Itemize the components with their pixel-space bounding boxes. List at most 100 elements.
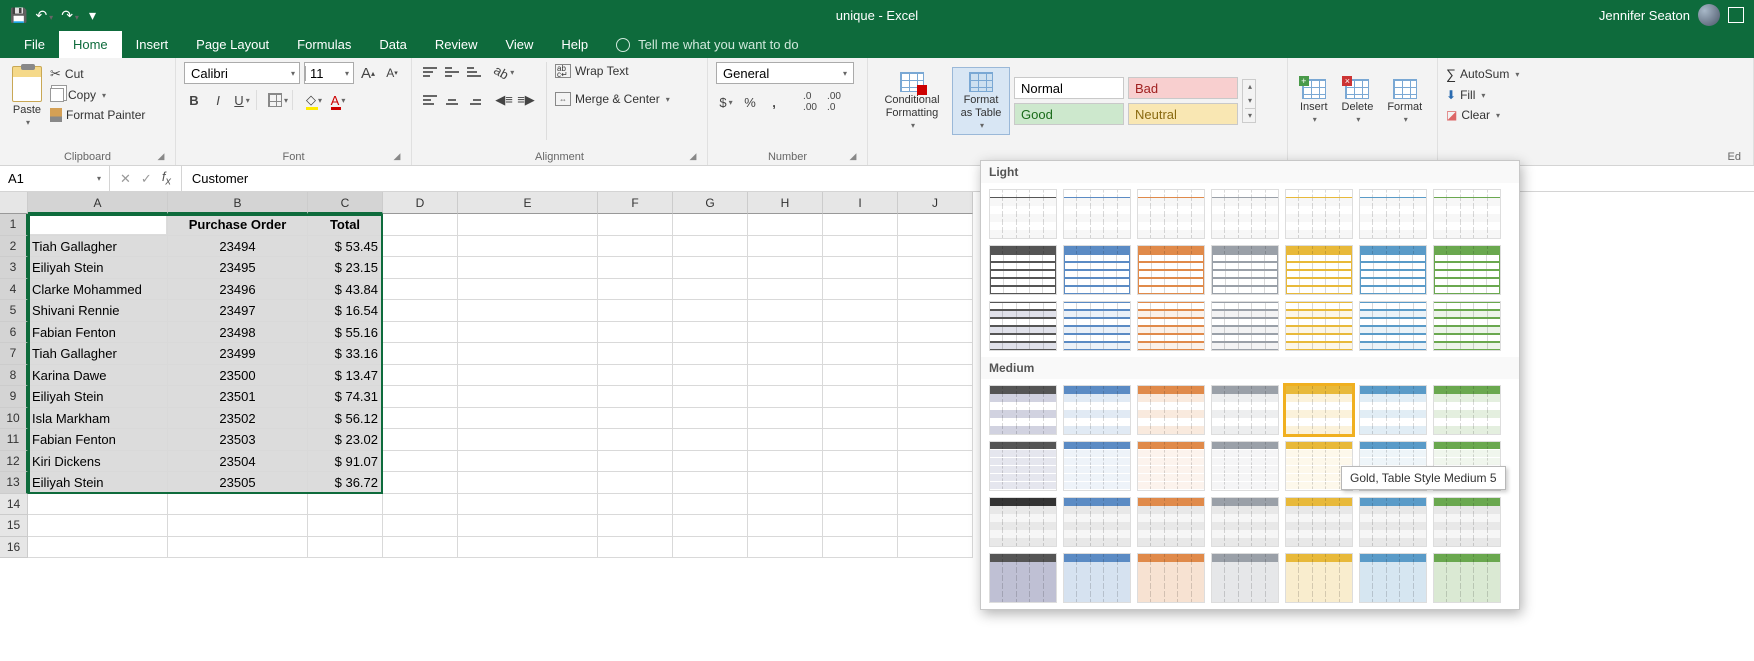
table-style-option[interactable] — [1433, 385, 1501, 435]
cell-D2[interactable] — [383, 236, 458, 258]
cell-H4[interactable] — [748, 279, 823, 301]
format-painter-button[interactable]: Format Painter — [50, 106, 145, 124]
table-style-option[interactable] — [1359, 497, 1427, 547]
style-neutral[interactable]: Neutral — [1128, 103, 1238, 125]
row-header-15[interactable]: 15 — [0, 515, 28, 537]
cell-I14[interactable] — [823, 494, 898, 516]
cell-H10[interactable] — [748, 408, 823, 430]
undo-icon[interactable]: ↶▾ — [35, 7, 53, 24]
cell-J10[interactable] — [898, 408, 973, 430]
table-style-option[interactable] — [1433, 553, 1501, 603]
borders-button[interactable]: ▾ — [268, 90, 288, 110]
cell-H1[interactable] — [748, 214, 823, 236]
cell-A5[interactable]: Shivani Rennie — [28, 300, 168, 322]
cell-A10[interactable]: Isla Markham — [28, 408, 168, 430]
table-style-option[interactable] — [1137, 245, 1205, 295]
fill-button[interactable]: ⬇Fill▾ — [1446, 86, 1745, 104]
styles-up-icon[interactable]: ▴ — [1245, 80, 1255, 93]
decrease-decimal-icon[interactable]: .00.0 — [824, 92, 844, 112]
redo-icon[interactable]: ↷▾ — [61, 7, 79, 24]
alignment-launcher-icon[interactable]: ◢ — [687, 151, 699, 163]
cell-G4[interactable] — [673, 279, 748, 301]
cell-E14[interactable] — [458, 494, 598, 516]
cell-E4[interactable] — [458, 279, 598, 301]
row-header-13[interactable]: 13 — [0, 472, 28, 494]
cell-H9[interactable] — [748, 386, 823, 408]
cell-F12[interactable] — [598, 451, 673, 473]
cell-H8[interactable] — [748, 365, 823, 387]
table-style-option[interactable] — [1211, 189, 1279, 239]
cell-I7[interactable] — [823, 343, 898, 365]
cell-B15[interactable] — [168, 515, 308, 537]
cell-C7[interactable]: $ 33.16 — [308, 343, 383, 365]
fill-color-button[interactable]: ◇▾ — [304, 90, 324, 110]
font-name-select[interactable]: Calibri▾ — [184, 62, 300, 84]
fx-icon[interactable]: fx — [162, 169, 171, 188]
align-right-icon[interactable] — [464, 90, 484, 110]
cell-I1[interactable] — [823, 214, 898, 236]
cell-G1[interactable] — [673, 214, 748, 236]
cell-I6[interactable] — [823, 322, 898, 344]
cell-J15[interactable] — [898, 515, 973, 537]
row-header-2[interactable]: 2 — [0, 236, 28, 258]
col-header-J[interactable]: J — [898, 192, 973, 214]
cut-button[interactable]: ✂Cut — [50, 64, 145, 84]
clipboard-launcher-icon[interactable]: ◢ — [155, 151, 167, 163]
cell-C5[interactable]: $ 16.54 — [308, 300, 383, 322]
cell-E5[interactable] — [458, 300, 598, 322]
cell-C1[interactable]: Total — [308, 214, 383, 236]
cell-B2[interactable]: 23494 — [168, 236, 308, 258]
cell-D12[interactable] — [383, 451, 458, 473]
cell-E9[interactable] — [458, 386, 598, 408]
col-header-G[interactable]: G — [673, 192, 748, 214]
cell-G13[interactable] — [673, 472, 748, 494]
cell-C2[interactable]: $ 53.45 — [308, 236, 383, 258]
cell-C15[interactable] — [308, 515, 383, 537]
cell-E12[interactable] — [458, 451, 598, 473]
cell-H5[interactable] — [748, 300, 823, 322]
cell-C12[interactable]: $ 91.07 — [308, 451, 383, 473]
cell-A11[interactable]: Fabian Fenton — [28, 429, 168, 451]
table-style-option[interactable] — [1285, 301, 1353, 351]
cell-J3[interactable] — [898, 257, 973, 279]
table-style-option[interactable] — [1063, 245, 1131, 295]
comma-button[interactable]: , — [764, 92, 784, 112]
col-header-D[interactable]: D — [383, 192, 458, 214]
cell-G6[interactable] — [673, 322, 748, 344]
table-style-gallery[interactable]: Light Medium Gold, Table Style Medium 5 — [980, 160, 1520, 610]
table-style-option[interactable] — [1137, 189, 1205, 239]
cell-I2[interactable] — [823, 236, 898, 258]
cell-G12[interactable] — [673, 451, 748, 473]
cell-A13[interactable]: Eiliyah Stein — [28, 472, 168, 494]
table-style-option[interactable] — [1285, 497, 1353, 547]
cell-F13[interactable] — [598, 472, 673, 494]
cell-D16[interactable] — [383, 537, 458, 559]
cancel-formula-icon[interactable]: ✕ — [120, 171, 131, 187]
cell-B10[interactable]: 23502 — [168, 408, 308, 430]
cell-F15[interactable] — [598, 515, 673, 537]
cell-I15[interactable] — [823, 515, 898, 537]
table-style-option[interactable] — [1211, 385, 1279, 435]
cell-J16[interactable] — [898, 537, 973, 559]
clear-button[interactable]: ◪Clear▾ — [1446, 106, 1745, 124]
cell-I10[interactable] — [823, 408, 898, 430]
cell-A14[interactable] — [28, 494, 168, 516]
table-style-option[interactable] — [1063, 553, 1131, 603]
cell-H6[interactable] — [748, 322, 823, 344]
cell-F5[interactable] — [598, 300, 673, 322]
cell-B7[interactable]: 23499 — [168, 343, 308, 365]
tab-page-layout[interactable]: Page Layout — [182, 31, 283, 58]
cell-G15[interactable] — [673, 515, 748, 537]
table-style-option[interactable] — [1359, 385, 1427, 435]
cell-E13[interactable] — [458, 472, 598, 494]
tab-insert[interactable]: Insert — [122, 31, 183, 58]
row-header-1[interactable]: 1 — [0, 214, 28, 236]
table-style-option[interactable] — [1211, 441, 1279, 491]
row-header-4[interactable]: 4 — [0, 279, 28, 301]
format-as-table-button[interactable]: Format as Table▾ — [952, 67, 1010, 134]
tab-review[interactable]: Review — [421, 31, 492, 58]
cell-J2[interactable] — [898, 236, 973, 258]
insert-button[interactable]: +Insert▾ — [1296, 75, 1332, 128]
enter-formula-icon[interactable]: ✓ — [141, 171, 152, 187]
row-header-16[interactable]: 16 — [0, 537, 28, 559]
